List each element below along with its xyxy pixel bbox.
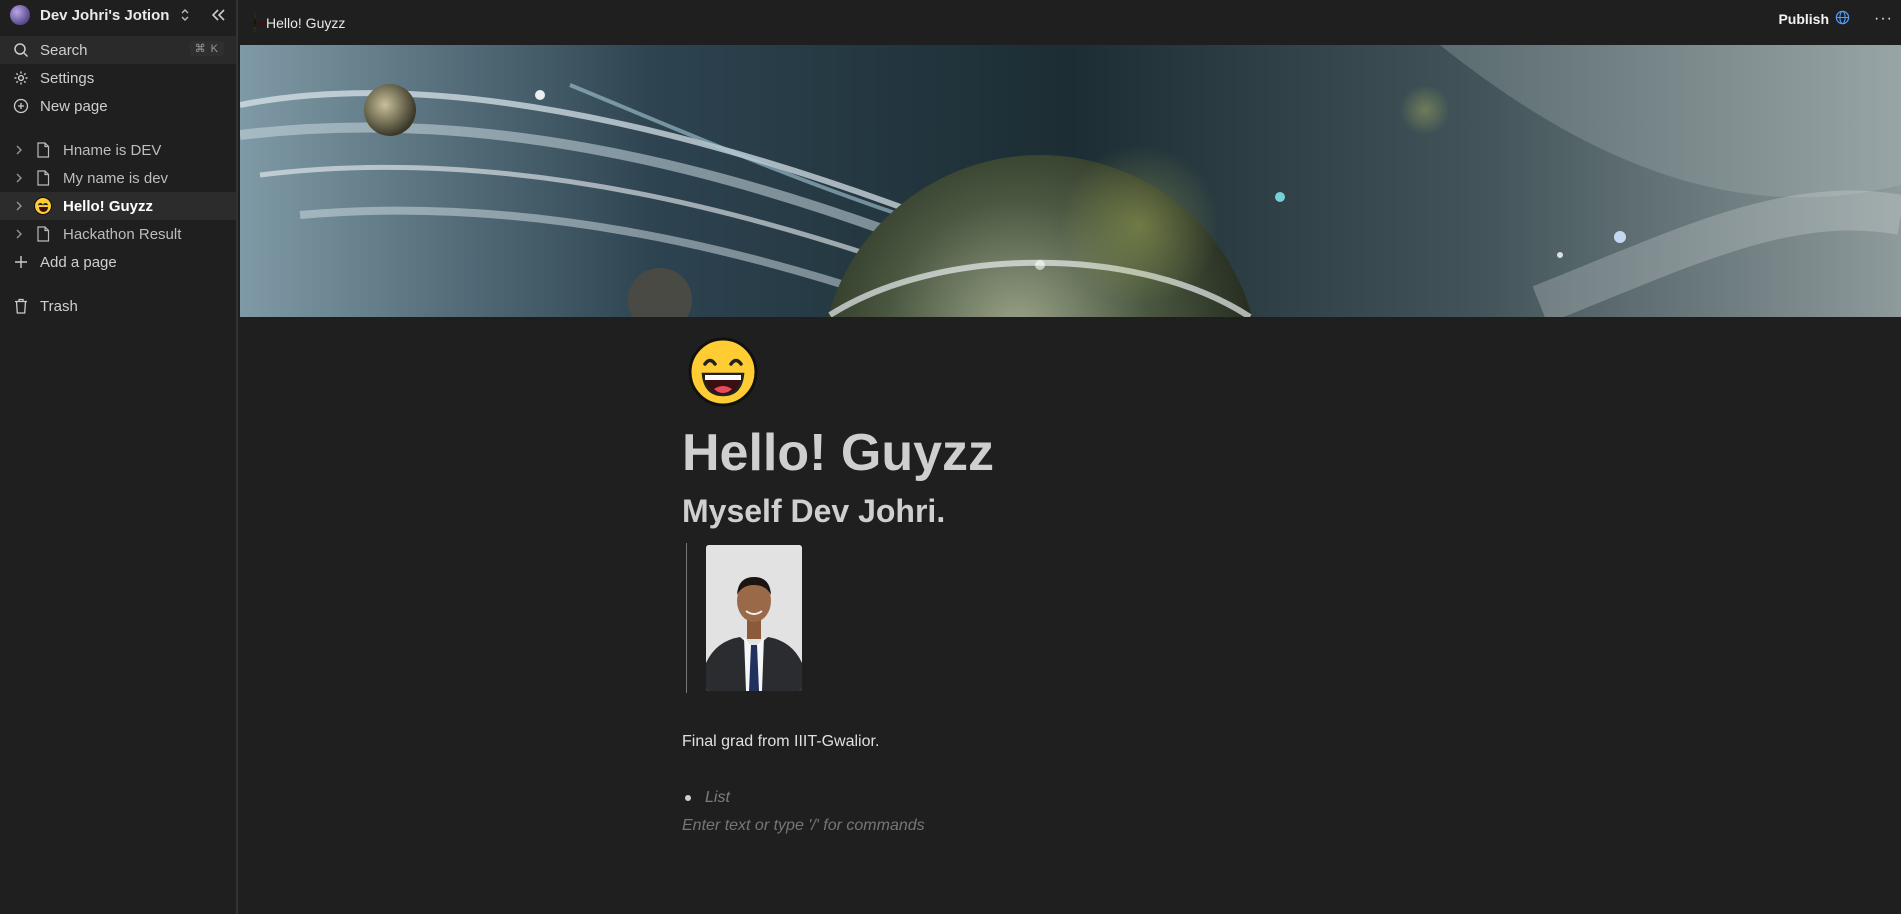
sidebar-item-my-name-is-dev[interactable]: My name is dev <box>0 164 236 192</box>
settings-label: Settings <box>40 69 95 87</box>
topbar-actions: Publish ··· <box>1778 0 1893 37</box>
breadcrumb-title[interactable]: Hello! Guyzz <box>266 15 345 31</box>
add-page-label: Add a page <box>40 253 117 271</box>
sidebar: Dev Johri's Jotion Search ⌘ K Settings N… <box>0 0 238 914</box>
editor-placeholder[interactable]: Enter text or type '/' for commands <box>682 817 1442 835</box>
chevron-right-icon[interactable] <box>12 171 26 185</box>
plus-circle-icon <box>12 97 30 115</box>
document-icon <box>34 169 52 187</box>
collapse-sidebar-icon[interactable] <box>208 6 228 24</box>
document-icon <box>34 225 52 243</box>
page-title[interactable]: Hello! Guyzz <box>682 423 1442 483</box>
page-list: Hname is DEV My name is dev Hello! Guyzz <box>0 136 236 276</box>
sidebar-item-label: My name is dev <box>63 169 169 187</box>
plus-icon <box>12 253 30 271</box>
settings-button[interactable]: Settings <box>0 64 236 92</box>
search-label: Search <box>40 41 88 59</box>
workspace-avatar <box>10 5 30 25</box>
new-page-button[interactable]: New page <box>0 92 236 120</box>
new-page-label: New page <box>40 97 108 115</box>
bullet-list-item[interactable]: List <box>682 789 1442 807</box>
bullet-icon <box>685 795 691 801</box>
document-icon <box>34 141 52 159</box>
publish-button[interactable]: Publish <box>1778 10 1850 28</box>
add-page-button[interactable]: Add a page <box>0 248 236 276</box>
chevron-up-down-icon <box>179 7 191 23</box>
chevron-right-icon[interactable] <box>12 227 26 241</box>
sidebar-item-hackathon-result[interactable]: Hackathon Result <box>0 220 236 248</box>
sidebar-item-hello-guyzz[interactable]: Hello! Guyzz <box>0 192 236 220</box>
search-button[interactable]: Search ⌘ K <box>0 36 236 64</box>
search-icon <box>12 41 30 59</box>
chevron-right-icon[interactable] <box>12 199 26 213</box>
sidebar-item-label: Hname is DEV <box>63 141 162 159</box>
page-emoji-icon[interactable] <box>688 337 758 407</box>
chevron-right-icon[interactable] <box>12 143 26 157</box>
topbar: Hello! Guyzz Publish ··· <box>240 0 1901 45</box>
trash-label: Trash <box>40 297 78 315</box>
list-placeholder: List <box>705 789 730 806</box>
cover-image[interactable] <box>240 45 1901 317</box>
quote-bar <box>686 543 687 693</box>
grinning-emoji-icon <box>34 197 52 215</box>
profile-photo[interactable] <box>706 545 802 691</box>
grinning-emoji-icon <box>254 12 266 32</box>
sidebar-item-label: Hackathon Result <box>63 225 182 243</box>
more-options-button[interactable]: ··· <box>1874 10 1893 28</box>
workspace-name: Dev Johri's Jotion <box>40 6 170 24</box>
heading-block[interactable]: Myself Dev Johri. <box>682 491 1442 531</box>
quote-block[interactable] <box>682 543 1442 695</box>
trash-icon <box>12 297 30 315</box>
globe-icon <box>1835 10 1850 28</box>
main-content: Hello! Guyzz Publish ··· Hello! Guyzz My… <box>240 0 1901 914</box>
publish-label: Publish <box>1778 10 1830 27</box>
gear-icon <box>12 69 30 87</box>
sidebar-item-label: Hello! Guyzz <box>63 197 154 215</box>
trash-button[interactable]: Trash <box>0 292 236 320</box>
search-shortcut: ⌘ K <box>189 41 224 56</box>
document-body: Hello! Guyzz Myself Dev Johri. Final gra… <box>682 337 1442 835</box>
sidebar-item-hname-is-dev[interactable]: Hname is DEV <box>0 136 236 164</box>
paragraph-block[interactable]: Final grad from IIIT-Gwalior. <box>682 733 1442 751</box>
workspace-switcher[interactable]: Dev Johri's Jotion <box>0 0 236 30</box>
